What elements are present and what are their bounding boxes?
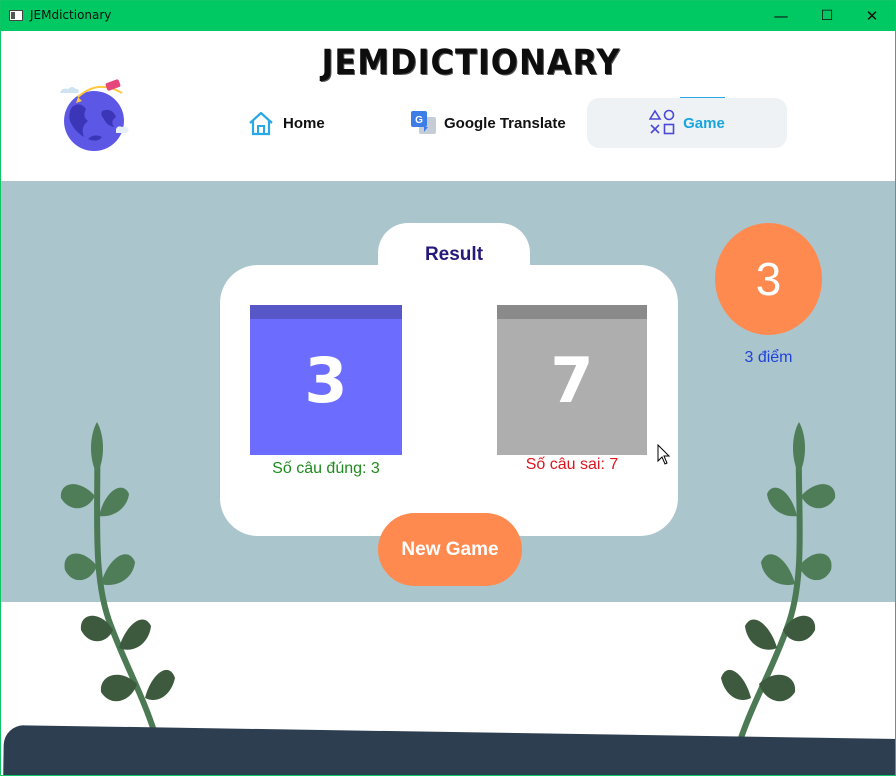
app-name-title: JEMDICTIONARY bbox=[321, 41, 621, 83]
new-game-button[interactable]: New Game bbox=[378, 513, 522, 586]
correct-tile-header bbox=[250, 305, 402, 319]
correct-count-tile: 3 bbox=[250, 305, 402, 455]
game-shapes-icon bbox=[649, 109, 675, 135]
nav-google-translate-label: Google Translate bbox=[444, 114, 566, 132]
wrong-count-caption: Số câu sai: 7 bbox=[525, 456, 619, 473]
wrong-tile-header bbox=[497, 305, 647, 319]
nav-home[interactable]: Home bbox=[247, 98, 357, 148]
wrong-count-value: 7 bbox=[550, 344, 594, 417]
left-plant-illustration bbox=[60, 422, 175, 735]
app-window: JEMdictionary — ☐ ✕ JEMDICTIONARY Home G… bbox=[0, 0, 896, 776]
nav-google-translate[interactable]: G Google Translate bbox=[410, 98, 580, 148]
window-title: JEMdictionary bbox=[30, 8, 112, 22]
score-circle: 3 bbox=[715, 223, 822, 335]
correct-count-value: 3 bbox=[304, 344, 348, 417]
wrong-count-tile: 7 bbox=[497, 305, 647, 455]
right-plant-illustration bbox=[721, 422, 836, 745]
nav-game-label: Game bbox=[683, 114, 725, 132]
globe-logo-icon bbox=[60, 79, 129, 151]
score-caption: 3 điểm bbox=[744, 349, 793, 366]
app-header: JEMDICTIONARY Home G Google Translate Ga… bbox=[1, 31, 895, 181]
home-icon bbox=[249, 111, 273, 136]
maximize-button[interactable]: ☐ bbox=[804, 1, 850, 31]
minimize-button[interactable]: — bbox=[758, 1, 804, 31]
correct-count-caption: Số câu đúng: 3 bbox=[272, 460, 380, 477]
result-title: Result bbox=[424, 244, 484, 265]
close-button[interactable]: ✕ bbox=[849, 1, 895, 31]
nav-home-label: Home bbox=[283, 114, 325, 132]
svg-text:G: G bbox=[415, 115, 423, 126]
nav-game[interactable]: Game bbox=[587, 98, 787, 148]
title-bar[interactable]: JEMdictionary — ☐ ✕ bbox=[1, 1, 895, 31]
app-window-icon bbox=[9, 10, 23, 21]
google-translate-icon: G bbox=[411, 111, 436, 134]
mouse-cursor-icon bbox=[657, 444, 671, 465]
